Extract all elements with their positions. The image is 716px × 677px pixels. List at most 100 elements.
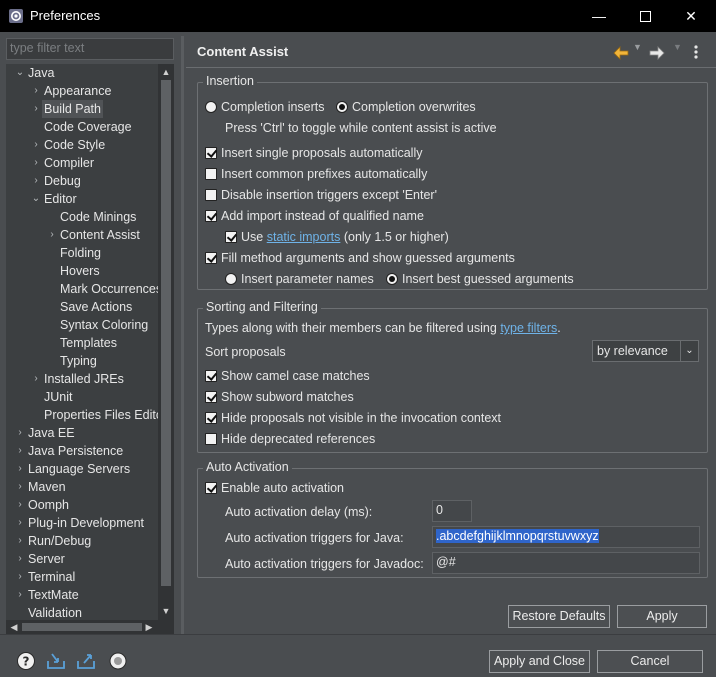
chevron-down-icon[interactable]: ⌄ — [30, 190, 42, 208]
checkbox-checked-icon[interactable] — [205, 147, 217, 159]
tree-item-label: Properties Files Editor — [44, 408, 158, 422]
help-icon[interactable]: ? — [16, 651, 36, 671]
tree-item-label: Java EE — [28, 426, 75, 440]
static-imports-link[interactable]: static imports — [267, 230, 341, 244]
tree-horizontal-scrollbar[interactable]: ◀ ▶ — [6, 620, 174, 634]
scroll-right-icon[interactable]: ▶ — [142, 620, 156, 634]
checkbox-checked-icon[interactable] — [205, 412, 217, 424]
scroll-down-icon[interactable]: ▼ — [158, 604, 174, 618]
pane-divider[interactable] — [181, 36, 184, 634]
javadoc-triggers-input[interactable]: @# — [432, 552, 700, 574]
checkbox-checked-icon[interactable] — [205, 370, 217, 382]
enable-auto-activation-label: Enable auto activation — [221, 481, 345, 495]
radio-on-icon[interactable] — [336, 101, 348, 113]
radio-off-icon[interactable] — [205, 101, 217, 113]
apply-and-close-button[interactable]: Apply and Close — [489, 650, 590, 673]
delay-label: Auto activation delay (ms): — [225, 505, 373, 519]
chevron-right-icon[interactable]: › — [30, 370, 42, 388]
filter-input[interactable]: type filter text — [6, 38, 174, 60]
static-suffix-text: (only 1.5 or higher) — [343, 230, 449, 244]
back-menu-icon[interactable]: ▼ — [633, 42, 642, 60]
tree-item-label: Java — [28, 66, 55, 80]
auto-activation-label: Auto Activation — [203, 460, 292, 474]
chevron-right-icon[interactable]: › — [14, 496, 26, 514]
maximize-button[interactable] — [622, 0, 668, 32]
chevron-right-icon[interactable]: › — [14, 532, 26, 550]
tree-item-label: Language Servers — [28, 462, 131, 476]
page-title: Content Assist — [197, 44, 289, 59]
completion-inserts-label: Completion inserts — [221, 100, 325, 114]
chevron-right-icon[interactable]: › — [14, 550, 26, 568]
radio-off-icon[interactable] — [225, 273, 237, 285]
chevron-down-icon[interactable]: ⌄ — [14, 64, 26, 82]
h-scroll-thumb[interactable] — [22, 623, 142, 631]
forward-menu-icon[interactable]: ▼ — [673, 42, 682, 60]
chevron-right-icon[interactable]: › — [30, 172, 42, 190]
delay-input[interactable]: 0 — [432, 500, 472, 522]
tree-item-label: TextMate — [28, 588, 79, 602]
checkbox-checked-icon[interactable] — [205, 391, 217, 403]
checkbox-checked-icon[interactable] — [205, 210, 217, 222]
chevron-right-icon[interactable]: › — [30, 154, 42, 172]
scroll-up-icon[interactable]: ▲ — [158, 65, 174, 79]
view-menu-icon[interactable] — [693, 43, 699, 61]
tree-item-label: Plug-in Development — [28, 516, 145, 530]
checkbox-unchecked-icon[interactable] — [205, 168, 217, 180]
checkbox-checked-icon[interactable] — [205, 252, 217, 264]
export-icon[interactable] — [76, 651, 96, 671]
chevron-down-icon[interactable]: ⌄ — [680, 341, 698, 361]
chevron-right-icon[interactable]: › — [14, 460, 26, 478]
type-filters-text: Types along with their members can be fi… — [205, 319, 561, 337]
sort-proposals-select[interactable]: by relevance ⌄ — [592, 340, 699, 362]
header-separator — [186, 67, 716, 68]
chevron-right-icon[interactable]: › — [14, 586, 26, 604]
chevron-right-icon[interactable]: › — [30, 100, 42, 118]
tree-vertical-scrollbar[interactable]: ▲ ▼ — [158, 64, 174, 620]
cancel-button[interactable]: Cancel — [597, 650, 703, 673]
tree-item-label: Syntax Coloring — [60, 318, 149, 332]
import-icon[interactable] — [46, 651, 66, 671]
radio-on-icon[interactable] — [386, 273, 398, 285]
chevron-right-icon[interactable]: › — [14, 514, 26, 532]
tree-item-label: Hovers — [60, 264, 100, 278]
java-triggers-selected-text: .abcdefghijklmnopqrstuvwxyz — [436, 529, 599, 543]
no-twisty — [46, 298, 58, 316]
preferences-tree: ⌄ Java › Appearance › Build Path Code Coverage… — [6, 64, 174, 634]
tree-item-label: Server — [28, 552, 65, 566]
minimize-button[interactable]: — — [576, 0, 622, 32]
apply-button[interactable]: Apply — [617, 605, 707, 628]
tree-item-label: Compiler — [44, 156, 95, 170]
java-triggers-input[interactable]: .abcdefghijklmnopqrstuvwxyz — [432, 526, 700, 548]
chevron-right-icon[interactable]: › — [14, 424, 26, 442]
chevron-right-icon[interactable]: › — [30, 82, 42, 100]
checkbox-checked-icon[interactable] — [205, 482, 217, 494]
chevron-right-icon[interactable]: › — [14, 442, 26, 460]
checkbox-unchecked-icon[interactable] — [205, 189, 217, 201]
hide-not-visible-label: Hide proposals not visible in the invoca… — [221, 411, 502, 425]
chevron-right-icon[interactable]: › — [46, 226, 58, 244]
close-button[interactable]: ✕ — [668, 0, 714, 32]
tree-item-label: Code Style — [44, 138, 106, 152]
chevron-right-icon[interactable]: › — [30, 136, 42, 154]
checkbox-unchecked-icon[interactable] — [205, 433, 217, 445]
tree-item-label: Oomph — [28, 498, 69, 512]
record-icon[interactable] — [108, 651, 128, 671]
scroll-thumb[interactable] — [161, 80, 171, 586]
camel-case-label: Show camel case matches — [221, 369, 370, 383]
type-filters-link[interactable]: type filters — [500, 321, 557, 335]
no-twisty — [30, 406, 42, 424]
chevron-right-icon[interactable]: › — [14, 568, 26, 586]
tree-item-label: Run/Debug — [28, 534, 92, 548]
footer-separator — [0, 634, 716, 635]
tree-item-label: Build Path — [42, 100, 103, 118]
tree-item-label: Editor — [44, 192, 77, 206]
restore-defaults-button[interactable]: Restore Defaults — [508, 605, 610, 628]
checkbox-checked-icon[interactable] — [225, 231, 237, 243]
insertion-label: Insertion — [203, 74, 257, 88]
scroll-left-icon[interactable]: ◀ — [7, 620, 21, 634]
no-twisty — [46, 334, 58, 352]
back-arrow-icon[interactable] — [613, 44, 629, 62]
forward-arrow-icon[interactable] — [649, 44, 665, 62]
chevron-right-icon[interactable]: › — [14, 478, 26, 496]
tree-item-label: Folding — [60, 246, 101, 260]
